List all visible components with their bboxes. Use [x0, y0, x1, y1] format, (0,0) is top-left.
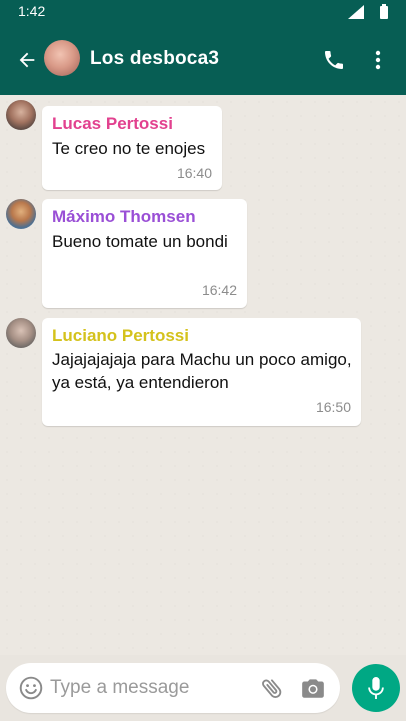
message-time: 16:40	[176, 165, 212, 181]
message-time: 16:50	[315, 399, 351, 415]
message-text: Te creo no te enojes	[52, 139, 206, 158]
sender-name: Luciano Pertossi	[52, 326, 189, 345]
message-time: 16:42	[201, 282, 237, 298]
emoji-button[interactable]	[18, 675, 44, 701]
signal-icon	[348, 4, 364, 19]
back-button[interactable]	[12, 45, 42, 75]
message-composer	[6, 663, 340, 713]
status-bar: 1:42	[0, 0, 406, 23]
attach-button[interactable]	[259, 675, 285, 701]
voice-message-button[interactable]	[352, 664, 400, 712]
sender-avatar[interactable]	[6, 100, 36, 130]
sender-name: Máximo Thomsen	[52, 207, 196, 226]
group-title[interactable]: Los desboca3	[90, 48, 219, 70]
emoji-icon	[19, 676, 43, 700]
sender-avatar[interactable]	[6, 199, 36, 229]
message-bubble[interactable]: Máximo Thomsen Bueno tomate un bondi 16:…	[42, 199, 247, 308]
battery-icon	[380, 4, 388, 19]
more-vertical-icon	[375, 50, 381, 70]
group-avatar[interactable]	[44, 40, 80, 76]
message-text: Bueno tomate un bondi	[52, 232, 228, 251]
message-bubble[interactable]: Luciano Pertossi Jajajajajaja para Machu…	[42, 318, 361, 426]
more-options-button[interactable]	[363, 45, 393, 75]
status-icons	[348, 4, 388, 19]
message-text: Jajajajajaja para Machu un poco amigo, y…	[52, 350, 352, 392]
attach-icon	[262, 679, 282, 698]
camera-icon	[302, 679, 324, 698]
message-bubble[interactable]: Lucas Pertossi Te creo no te enojes 16:4…	[42, 106, 222, 190]
mic-icon	[368, 677, 384, 699]
voice-call-button[interactable]	[319, 45, 349, 75]
message-input[interactable]	[50, 673, 250, 703]
status-time: 1:42	[18, 3, 46, 19]
camera-button[interactable]	[300, 675, 326, 701]
back-arrow-icon	[19, 52, 35, 68]
sender-avatar[interactable]	[6, 318, 36, 348]
sender-name: Lucas Pertossi	[52, 114, 173, 133]
phone-icon	[325, 51, 343, 69]
chat-header: Los desboca3	[0, 23, 406, 95]
